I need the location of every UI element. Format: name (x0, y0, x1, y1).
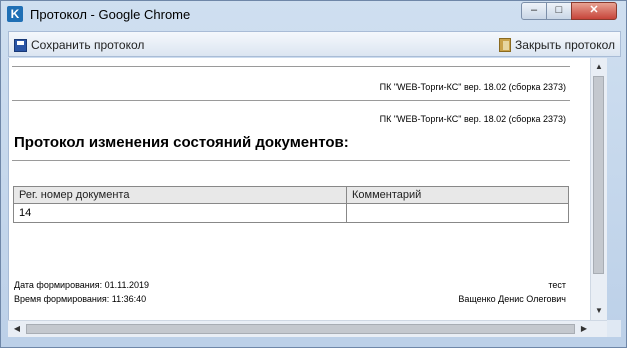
save-protocol-button[interactable]: Сохранить протокол (14, 37, 144, 53)
user-full-name: Ващенко Денис Олегович (458, 294, 566, 304)
close-window-button[interactable]: ✕ (571, 2, 617, 20)
toolbar: Сохранить протокол Закрыть протокол (8, 31, 621, 57)
document-heading: Протокол изменения состояний документов: (14, 134, 349, 151)
column-header-reg-number: Рег. номер документа (13, 186, 347, 204)
close-protocol-button[interactable]: Закрыть протокол (499, 37, 615, 53)
divider (12, 66, 570, 67)
generation-date: Дата формирования: 01.11.2019 (14, 280, 150, 290)
close-protocol-label: Закрыть протокол (515, 38, 615, 52)
cell-comment (346, 203, 569, 223)
horizontal-scrollbar[interactable]: ◀ ▶ (8, 320, 607, 337)
user-login: тест (548, 280, 566, 290)
version-header: ПК "WEB-Торги-КС" вер. 18.02 (сборка 237… (379, 82, 566, 92)
scroll-right-arrow-icon[interactable]: ▶ (577, 322, 591, 336)
divider (12, 100, 570, 101)
cell-reg-number: 14 (13, 203, 347, 223)
table-header-row: Рег. номер документа Комментарий (13, 186, 569, 204)
documents-table: Рег. номер документа Комментарий 14 (13, 186, 569, 223)
app-logo-icon: K (7, 6, 23, 22)
minimize-button[interactable]: – (521, 2, 547, 20)
scrollbar-corner (607, 320, 621, 337)
vertical-scroll-thumb[interactable] (593, 76, 604, 274)
table-row: 14 (13, 203, 569, 223)
exit-door-icon (499, 38, 512, 52)
save-protocol-label: Сохранить протокол (31, 38, 145, 52)
document-view: ПК "WEB-Торги-КС" вер. 18.02 (сборка 237… (8, 58, 590, 320)
browser-window: K Протокол - Google Chrome – □ ✕ Сохрани… (0, 0, 627, 348)
generation-time: Время формирования: 11:36:40 (14, 294, 147, 304)
title-bar[interactable]: K Протокол - Google Chrome – □ ✕ (1, 1, 626, 29)
divider (12, 160, 570, 161)
floppy-disk-icon (14, 38, 27, 52)
horizontal-scroll-thumb[interactable] (26, 324, 575, 334)
scroll-left-arrow-icon[interactable]: ◀ (10, 322, 24, 336)
scroll-up-arrow-icon[interactable]: ▲ (591, 60, 607, 74)
maximize-button[interactable]: □ (546, 2, 572, 20)
vertical-scrollbar[interactable]: ▲ ▼ (590, 58, 607, 320)
column-header-comment: Комментарий (346, 186, 569, 204)
window-title: Протокол - Google Chrome (30, 7, 191, 22)
version-header: ПК "WEB-Торги-КС" вер. 18.02 (сборка 237… (379, 114, 566, 124)
scroll-down-arrow-icon[interactable]: ▼ (591, 304, 607, 318)
